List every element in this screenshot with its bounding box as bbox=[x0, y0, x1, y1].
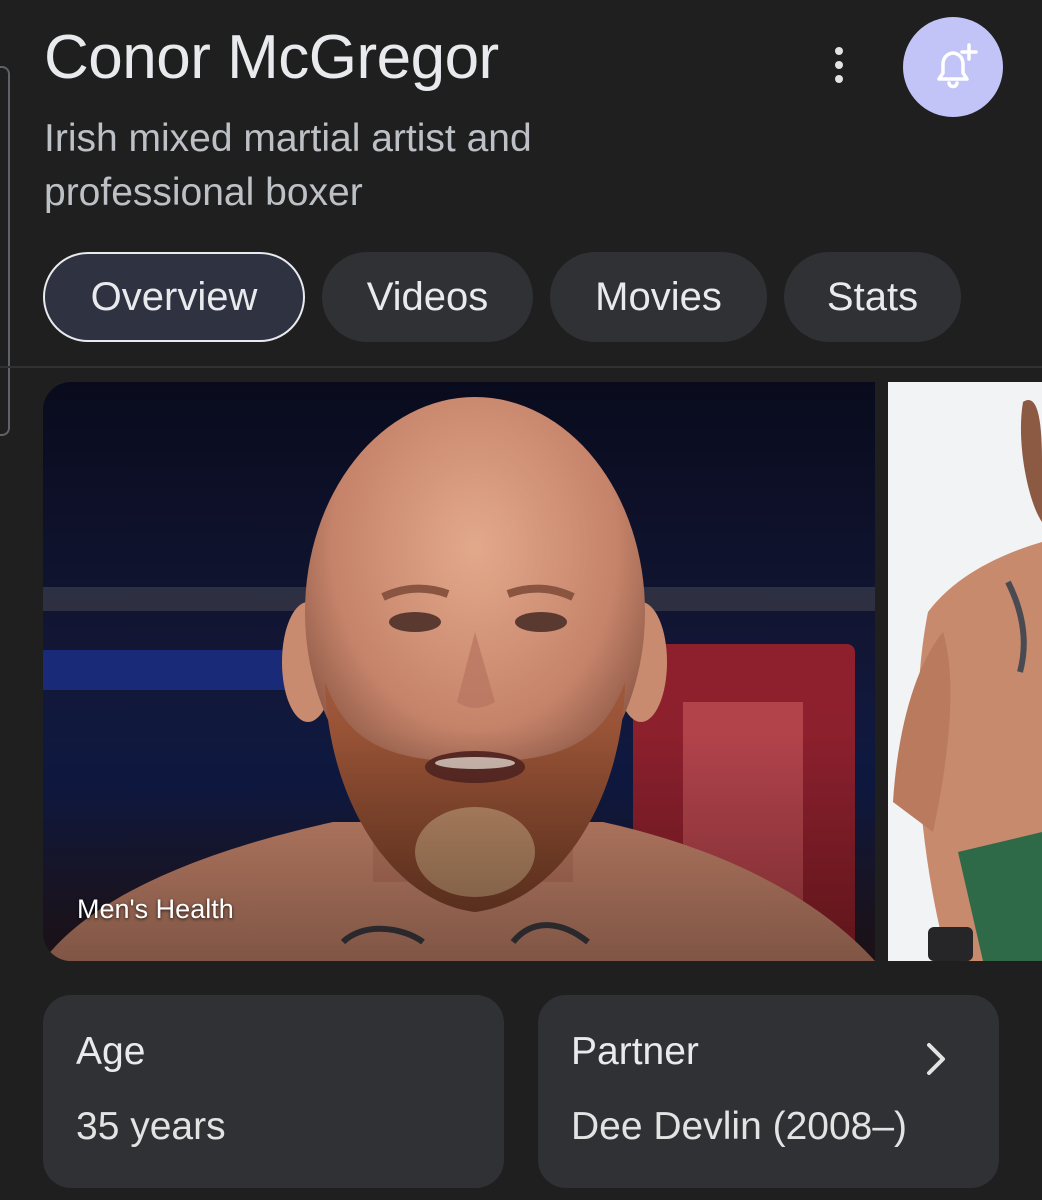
entity-title: Conor McGregor bbox=[44, 23, 499, 92]
chevron-right-icon bbox=[927, 1043, 945, 1075]
secondary-image[interactable] bbox=[888, 382, 1042, 961]
fact-card-partner[interactable]: Partner Dee Devlin (2008–) bbox=[538, 995, 999, 1188]
entity-subtitle: Irish mixed martial artist and professio… bbox=[44, 117, 532, 214]
main-image[interactable]: Men's Health bbox=[43, 382, 875, 961]
fact-label-partner: Partner bbox=[571, 1030, 699, 1073]
more-options-button[interactable] bbox=[816, 40, 862, 90]
tab-videos-label: Videos bbox=[366, 274, 489, 319]
tab-movies-label: Movies bbox=[595, 274, 722, 319]
tab-stats[interactable]: Stats bbox=[784, 252, 961, 342]
fact-value-age: 35 years bbox=[76, 1105, 226, 1148]
follow-notification-button[interactable] bbox=[903, 17, 1003, 117]
tab-movies[interactable]: Movies bbox=[550, 252, 767, 342]
notification-add-icon bbox=[937, 43, 978, 89]
tab-videos[interactable]: Videos bbox=[322, 252, 533, 342]
tab-stats-label: Stats bbox=[826, 274, 919, 319]
image-source-label: Men's Health bbox=[77, 894, 234, 924]
fact-label-age: Age bbox=[76, 1030, 146, 1073]
body-photo bbox=[888, 382, 1042, 961]
tab-overview[interactable]: Overview bbox=[43, 252, 305, 342]
fact-card-age[interactable]: Age 35 years bbox=[43, 995, 504, 1188]
portrait-photo bbox=[43, 382, 875, 961]
more-vert-icon bbox=[835, 47, 843, 55]
knowledge-panel: Conor McGregor Irish mixed martial artis… bbox=[0, 0, 1042, 1200]
fact-value-partner: Dee Devlin (2008–) bbox=[571, 1105, 908, 1148]
tab-overview-label: Overview bbox=[90, 274, 258, 319]
section-divider bbox=[0, 366, 1042, 368]
side-scroll-edge bbox=[0, 66, 10, 436]
